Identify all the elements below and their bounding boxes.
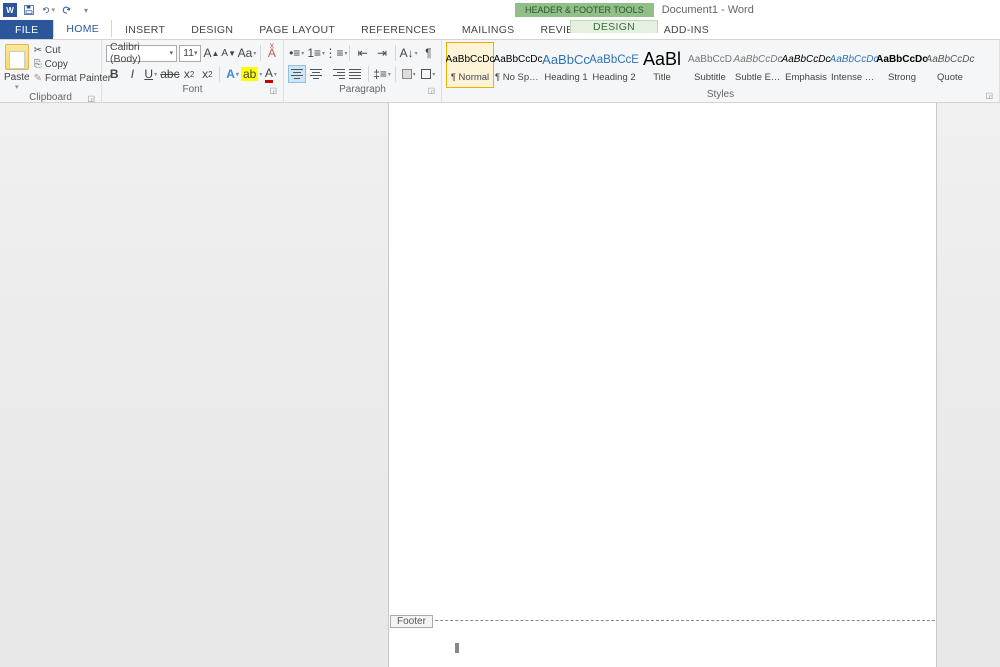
style-nospac[interactable]: AaBbCcDc¶ No Spac... <box>494 42 542 88</box>
numbering-icon[interactable]: 1≡ <box>307 44 325 62</box>
tab-insert[interactable]: INSERT <box>112 20 178 39</box>
qat-customize-icon[interactable]: ▾ <box>79 3 93 17</box>
group-styles: AaBbCcDc¶ NormalAaBbCcDc¶ No Spac...AaBb… <box>442 40 1000 102</box>
paste-label: Paste <box>4 72 30 83</box>
cut-label: Cut <box>45 45 61 56</box>
grow-font-icon[interactable]: A▲ <box>203 44 219 62</box>
style-intensee[interactable]: AaBbCcDcIntense E... <box>830 42 878 88</box>
highlight-icon[interactable]: ab <box>243 65 261 83</box>
copy-label: Copy <box>45 59 68 70</box>
tab-page-layout[interactable]: PAGE LAYOUT <box>246 20 348 39</box>
style-heading2[interactable]: AaBbCcEHeading 2 <box>590 42 638 88</box>
text-effects-icon[interactable]: A <box>224 65 240 83</box>
styles-group-label: Styles◲ <box>446 88 995 102</box>
copy-icon: ⎘ <box>34 59 42 70</box>
group-clipboard: Paste ▾ ✂Cut ⎘Copy ✎Format Painter Clipb… <box>0 40 102 102</box>
underline-button[interactable]: U <box>143 65 159 83</box>
tab-addins[interactable]: ADD-INS <box>651 20 722 39</box>
shrink-font-icon[interactable]: A▼ <box>221 44 236 62</box>
decrease-indent-icon[interactable]: ⇤ <box>354 44 371 62</box>
align-justify-button[interactable] <box>347 65 365 83</box>
title-bar: W ▾ HEADER & FOOTER TOOLS Document1 - Wo… <box>0 0 1000 20</box>
paragraph-group-label: Paragraph◲ <box>288 83 437 97</box>
font-group-label: Font◲ <box>106 83 279 97</box>
redo-icon[interactable] <box>60 3 74 17</box>
align-center-button[interactable] <box>308 65 326 83</box>
multilevel-list-icon[interactable]: ⋮≡ <box>327 44 345 62</box>
font-launcher-icon[interactable]: ◲ <box>269 86 277 95</box>
style-emphasis[interactable]: AaBbCcDcEmphasis <box>782 42 830 88</box>
style-quote[interactable]: AaBbCcDcQuote <box>926 42 974 88</box>
font-color-icon[interactable]: A <box>263 65 279 83</box>
clipboard-launcher-icon[interactable]: ◲ <box>87 94 95 103</box>
group-font: Calibri (Body)▾ 11▾ A▲ A▼ Aa Aͯ B I U ab… <box>102 40 284 102</box>
tab-design[interactable]: DESIGN <box>178 20 246 39</box>
bold-button[interactable]: B <box>106 65 122 83</box>
copy-button[interactable]: ⎘Copy <box>32 58 114 71</box>
borders-icon[interactable] <box>419 65 437 83</box>
ribbon: Paste ▾ ✂Cut ⎘Copy ✎Format Painter Clipb… <box>0 40 1000 103</box>
quick-access-toolbar: W ▾ <box>0 3 93 17</box>
style-subtleem[interactable]: AaBbCcDcSubtle Em... <box>734 42 782 88</box>
group-paragraph: •≡ 1≡ ⋮≡ ⇤ ⇥ A↓ ¶ ‡≡ Par <box>284 40 442 102</box>
undo-icon[interactable] <box>41 3 55 17</box>
subscript-button[interactable]: x2 <box>181 65 197 83</box>
sort-icon[interactable]: A↓ <box>400 44 418 62</box>
word-app-icon: W <box>3 3 17 17</box>
tab-mailings[interactable]: MAILINGS <box>449 20 528 39</box>
format-painter-button[interactable]: ✎Format Painter <box>32 72 114 85</box>
font-name-combo[interactable]: Calibri (Body)▾ <box>106 45 177 62</box>
italic-button[interactable]: I <box>124 65 140 83</box>
shading-icon[interactable] <box>400 65 418 83</box>
page[interactable]: Footer <box>388 103 937 667</box>
style-subtitle[interactable]: AaBbCcDSubtitle <box>686 42 734 88</box>
ribbon-tabs: FILE HOME INSERT DESIGN PAGE LAYOUT REFE… <box>0 20 1000 40</box>
style-normal[interactable]: AaBbCcDc¶ Normal <box>446 42 494 88</box>
align-right-button[interactable] <box>327 65 345 83</box>
separator <box>260 45 261 61</box>
show-marks-icon[interactable]: ¶ <box>420 44 437 62</box>
bullets-icon[interactable]: •≡ <box>288 44 305 62</box>
change-case-icon[interactable]: Aa <box>238 44 256 62</box>
font-size-combo[interactable]: 11▾ <box>179 45 201 62</box>
paragraph-launcher-icon[interactable]: ◲ <box>427 86 435 95</box>
scissors-icon: ✂ <box>34 45 42 56</box>
styles-gallery[interactable]: AaBbCcDc¶ NormalAaBbCcDc¶ No Spac...AaBb… <box>446 42 995 88</box>
footer-tag: Footer <box>390 615 433 628</box>
tab-home[interactable]: HOME <box>53 20 112 39</box>
align-left-button[interactable] <box>288 65 306 83</box>
window-title: Document1 - Word <box>662 4 754 16</box>
footer-boundary <box>390 620 935 621</box>
style-title[interactable]: AaBlTitle <box>638 42 686 88</box>
tab-header-footer-design[interactable]: DESIGN <box>570 20 658 33</box>
paste-icon <box>5 44 29 70</box>
brush-icon: ✎ <box>34 73 42 84</box>
cut-button[interactable]: ✂Cut <box>32 44 114 57</box>
separator <box>349 45 350 61</box>
increase-indent-icon[interactable]: ⇥ <box>373 44 390 62</box>
strikethrough-button[interactable]: abc <box>161 65 179 83</box>
line-spacing-icon[interactable]: ‡≡ <box>373 65 391 83</box>
style-heading1[interactable]: AaBbCcHeading 1 <box>542 42 590 88</box>
separator <box>395 45 396 61</box>
clear-formatting-icon[interactable]: Aͯ <box>265 44 279 62</box>
paste-button[interactable]: Paste ▾ <box>4 42 30 91</box>
superscript-button[interactable]: x2 <box>199 65 215 83</box>
separator <box>219 66 220 82</box>
contextual-tools-label: HEADER & FOOTER TOOLS <box>515 3 654 17</box>
separator <box>368 66 369 82</box>
tab-references[interactable]: REFERENCES <box>348 20 449 39</box>
style-strong[interactable]: AaBbCcDcStrong <box>878 42 926 88</box>
text-cursor <box>455 643 459 653</box>
styles-launcher-icon[interactable]: ◲ <box>985 91 993 100</box>
save-icon[interactable] <box>22 3 36 17</box>
separator <box>395 66 396 82</box>
tab-file[interactable]: FILE <box>0 20 53 39</box>
document-canvas: Footer <box>0 103 1000 667</box>
